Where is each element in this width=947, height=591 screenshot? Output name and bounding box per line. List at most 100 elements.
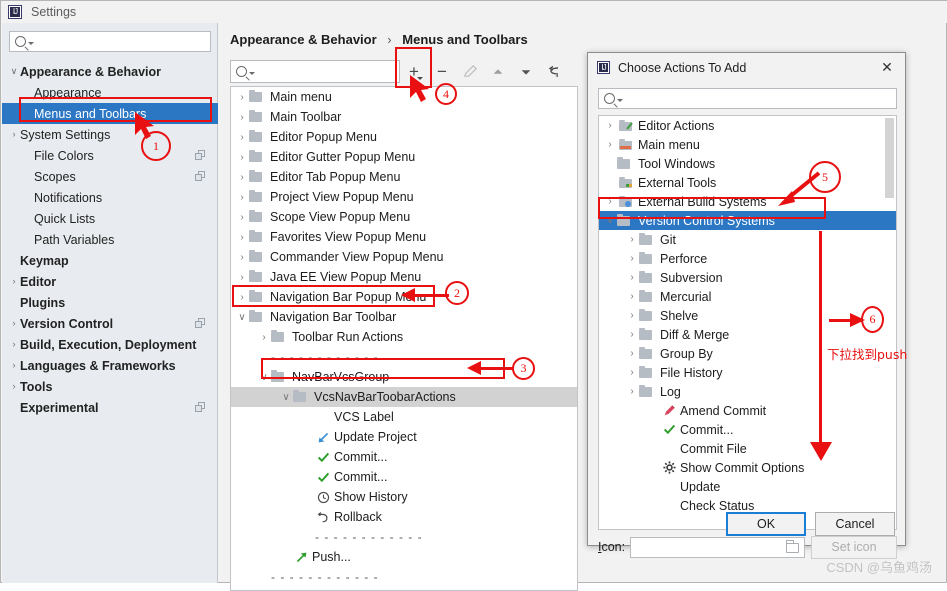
- chevron-right-icon[interactable]: ›: [235, 292, 249, 303]
- copy-settings-icon[interactable]: [195, 402, 206, 413]
- chevron-right-icon[interactable]: ›: [235, 192, 249, 203]
- tree-row[interactable]: › Editor Popup Menu: [231, 127, 577, 147]
- chevron-right-icon[interactable]: ›: [625, 310, 639, 321]
- chevron-down-icon[interactable]: ∨: [235, 312, 249, 323]
- chevron-right-icon[interactable]: ›: [235, 272, 249, 283]
- menus-toolbars-tree-panel[interactable]: › Main menu › Main Toolbar › Editor Popup Men…: [230, 86, 578, 591]
- ok-button[interactable]: OK: [726, 512, 806, 536]
- close-icon[interactable]: ✕: [875, 57, 899, 79]
- restore-defaults-button[interactable]: [540, 60, 568, 84]
- sidebar-item-quick-lists[interactable]: Quick Lists: [2, 208, 218, 229]
- sidebar-item-editor[interactable]: › Editor: [2, 271, 218, 292]
- breadcrumb-parent[interactable]: Appearance & Behavior: [230, 32, 377, 47]
- tree-row[interactable]: › Diff & Merge: [599, 325, 896, 344]
- tree-row[interactable]: Show History: [231, 487, 577, 507]
- tree-row[interactable]: › Editor Tab Popup Menu: [231, 167, 577, 187]
- chevron-right-icon[interactable]: ›: [625, 386, 639, 397]
- tree-row[interactable]: ∨ NavBarVcsGroup: [231, 367, 577, 387]
- tree-row[interactable]: › Subversion: [599, 268, 896, 287]
- chevron-down-icon[interactable]: ∨: [603, 215, 617, 226]
- sidebar-item-experimental[interactable]: Experimental: [2, 397, 218, 418]
- tree-row[interactable]: › File History: [599, 363, 896, 382]
- tree-row[interactable]: › Java EE View Popup Menu: [231, 267, 577, 287]
- chevron-right-icon[interactable]: ›: [235, 132, 249, 143]
- sidebar-item-plugins[interactable]: Plugins: [2, 292, 218, 313]
- tree-row[interactable]: › Navigation Bar Popup Menu: [231, 287, 577, 307]
- chevron-right-icon[interactable]: ›: [235, 112, 249, 123]
- chevron-right-icon[interactable]: ›: [625, 253, 639, 264]
- tree-row[interactable]: ›NavBarToolBarOthers: [231, 587, 577, 590]
- sidebar-item-languages-frameworks[interactable]: › Languages & Frameworks: [2, 355, 218, 376]
- tree-row[interactable]: › Main Toolbar: [231, 107, 577, 127]
- chevron-right-icon[interactable]: ›: [625, 234, 639, 245]
- copy-settings-icon[interactable]: [195, 171, 206, 182]
- chevron-right-icon[interactable]: ›: [235, 232, 249, 243]
- chevron-right-icon[interactable]: ›: [625, 291, 639, 302]
- edit-action-button[interactable]: [456, 60, 484, 84]
- tree-row[interactable]: › Project View Popup Menu: [231, 187, 577, 207]
- sidebar-item-keymap[interactable]: Keymap: [2, 250, 218, 271]
- tree-row[interactable]: - - - - - - - - - - - -: [231, 527, 577, 547]
- tree-row[interactable]: Commit...: [231, 447, 577, 467]
- tree-row[interactable]: › Favorites View Popup Menu: [231, 227, 577, 247]
- chevron-right-icon[interactable]: ›: [603, 120, 617, 131]
- tree-row[interactable]: › Log: [599, 382, 896, 401]
- chevron-right-icon[interactable]: ›: [8, 130, 20, 139]
- chevron-right-icon[interactable]: ›: [625, 329, 639, 340]
- tree-row[interactable]: › Main menu: [231, 87, 577, 107]
- tree-row[interactable]: › External Build Systems: [599, 192, 896, 211]
- tree-row[interactable]: › Scope View Popup Menu: [231, 207, 577, 227]
- tree-row[interactable]: › Editor Actions: [599, 116, 896, 135]
- dialog-search-input[interactable]: [598, 88, 897, 109]
- tree-row[interactable]: Push...: [231, 547, 577, 567]
- chevron-right-icon[interactable]: ›: [603, 196, 617, 207]
- tree-row[interactable]: › Mercurial: [599, 287, 896, 306]
- tree-row[interactable]: › Main menu: [599, 135, 896, 154]
- chevron-down-icon[interactable]: ∨: [279, 392, 293, 403]
- tree-row[interactable]: ∨ Navigation Bar Toolbar: [231, 307, 577, 327]
- tree-search-input[interactable]: [230, 60, 400, 83]
- set-icon-button[interactable]: Set icon: [811, 535, 897, 559]
- sidebar-item-build-execution-deployment[interactable]: › Build, Execution, Deployment: [2, 334, 218, 355]
- sidebar-item-scopes[interactable]: Scopes: [2, 166, 218, 187]
- chevron-right-icon[interactable]: ›: [235, 172, 249, 183]
- tree-row[interactable]: Tool Windows: [599, 154, 896, 173]
- sidebar-item-version-control[interactable]: › Version Control: [2, 313, 218, 334]
- tree-row[interactable]: › Commander View Popup Menu: [231, 247, 577, 267]
- tree-row[interactable]: › Git: [599, 230, 896, 249]
- sidebar-item-file-colors[interactable]: File Colors: [2, 145, 218, 166]
- chevron-right-icon[interactable]: ›: [235, 92, 249, 103]
- chevron-right-icon[interactable]: ›: [8, 361, 20, 370]
- chevron-down-icon[interactable]: ∨: [257, 372, 271, 383]
- chevron-right-icon[interactable]: ›: [625, 272, 639, 283]
- tree-row[interactable]: › Toolbar Run Actions: [231, 327, 577, 347]
- chevron-right-icon[interactable]: ›: [625, 367, 639, 378]
- cancel-button[interactable]: Cancel: [815, 512, 895, 536]
- tree-row[interactable]: Commit File: [599, 439, 896, 458]
- tree-row[interactable]: › Group By: [599, 344, 896, 363]
- sidebar-item-system-settings[interactable]: › System Settings: [2, 124, 218, 145]
- tree-row[interactable]: Show Commit Options: [599, 458, 896, 477]
- chevron-right-icon[interactable]: ›: [603, 139, 617, 150]
- chevron-right-icon[interactable]: ›: [235, 212, 249, 223]
- actions-tree-panel[interactable]: › Editor Actions › Main menu Tool Windows Ext…: [598, 115, 897, 530]
- move-up-button[interactable]: [484, 60, 512, 84]
- tree-row[interactable]: Commit...: [231, 467, 577, 487]
- chevron-right-icon[interactable]: ›: [8, 340, 20, 349]
- copy-settings-icon[interactable]: [195, 318, 206, 329]
- tree-row[interactable]: ∨ Version Control Systems: [599, 211, 896, 230]
- tree-row[interactable]: Commit...: [599, 420, 896, 439]
- move-down-button[interactable]: [512, 60, 540, 84]
- tree-row[interactable]: Amend Commit: [599, 401, 896, 420]
- chevron-down-icon[interactable]: ∨: [8, 67, 20, 76]
- chevron-right-icon[interactable]: ›: [235, 152, 249, 163]
- chevron-right-icon[interactable]: ›: [625, 348, 639, 359]
- tree-row[interactable]: - - - - - - - - - - - -: [231, 567, 577, 587]
- tree-row[interactable]: › Editor Gutter Popup Menu: [231, 147, 577, 167]
- folder-browse-icon[interactable]: [786, 539, 799, 553]
- chevron-right-icon[interactable]: ›: [257, 332, 271, 343]
- icon-input[interactable]: [630, 536, 805, 558]
- sidebar-item-tools[interactable]: › Tools: [2, 376, 218, 397]
- tree-row[interactable]: › Perforce: [599, 249, 896, 268]
- add-action-button[interactable]: +: [400, 60, 428, 84]
